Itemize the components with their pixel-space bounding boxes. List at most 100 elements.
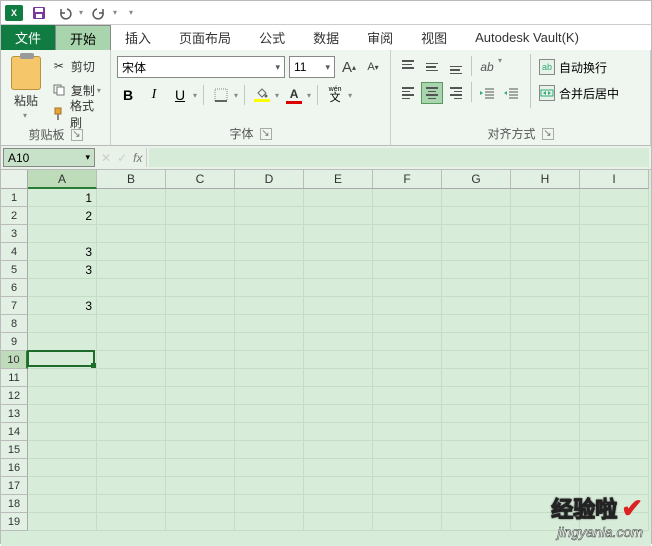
font-name-combo[interactable]: 宋体 ▾ (117, 56, 285, 78)
clipboard-launcher-icon[interactable]: ↘ (71, 129, 83, 141)
cell[interactable] (373, 333, 442, 351)
orientation-dropdown-icon[interactable]: ▾ (498, 56, 502, 78)
redo-button[interactable] (89, 3, 109, 23)
row-header[interactable]: 5 (1, 261, 28, 279)
cell[interactable] (580, 279, 649, 297)
cell[interactable] (373, 387, 442, 405)
row-header[interactable]: 8 (1, 315, 28, 333)
cell[interactable] (97, 315, 166, 333)
row-header[interactable]: 4 (1, 243, 28, 261)
cell[interactable] (166, 315, 235, 333)
cell[interactable] (28, 459, 97, 477)
cell[interactable] (373, 243, 442, 261)
cell[interactable]: 3 (28, 261, 97, 279)
column-header[interactable]: G (442, 170, 511, 189)
save-button[interactable] (29, 3, 49, 23)
cell[interactable] (511, 243, 580, 261)
cell[interactable] (235, 423, 304, 441)
undo-button[interactable] (55, 3, 75, 23)
row-header[interactable]: 14 (1, 423, 28, 441)
cell[interactable] (28, 333, 97, 351)
cell[interactable] (580, 189, 649, 207)
cell[interactable] (97, 207, 166, 225)
cell[interactable] (580, 297, 649, 315)
cell[interactable]: 1 (28, 189, 97, 207)
cell[interactable] (304, 495, 373, 513)
select-all-corner[interactable] (1, 170, 28, 189)
cell[interactable] (97, 297, 166, 315)
row-header[interactable]: 6 (1, 279, 28, 297)
cell[interactable] (97, 261, 166, 279)
cell[interactable] (97, 513, 166, 531)
cell[interactable] (166, 387, 235, 405)
cell[interactable] (28, 477, 97, 495)
cell[interactable] (28, 279, 97, 297)
wrap-text-button[interactable]: ab 自动换行 (539, 56, 619, 78)
align-bottom-button[interactable] (445, 56, 467, 78)
cell[interactable] (97, 387, 166, 405)
cell[interactable] (373, 297, 442, 315)
cell[interactable] (28, 387, 97, 405)
orientation-button[interactable]: ab (476, 56, 498, 78)
cell[interactable] (166, 459, 235, 477)
cell[interactable] (511, 207, 580, 225)
row-header[interactable]: 3 (1, 225, 28, 243)
fill-dropdown-icon[interactable]: ▾ (275, 91, 279, 100)
cell[interactable] (373, 279, 442, 297)
cell[interactable] (304, 441, 373, 459)
cell[interactable] (511, 477, 580, 495)
cell[interactable] (235, 477, 304, 495)
cell[interactable] (304, 387, 373, 405)
cell[interactable] (304, 333, 373, 351)
tab-home[interactable]: 开始 (55, 25, 111, 50)
cell[interactable] (304, 225, 373, 243)
tab-file[interactable]: 文件 (1, 25, 55, 50)
tab-view[interactable]: 视图 (407, 25, 461, 50)
cell[interactable] (511, 333, 580, 351)
cell[interactable] (511, 387, 580, 405)
align-right-button[interactable] (445, 82, 467, 104)
underline-button[interactable]: U (169, 84, 191, 106)
cell[interactable] (442, 297, 511, 315)
merge-center-button[interactable]: 合并后居中 (539, 82, 619, 104)
cell[interactable] (442, 207, 511, 225)
column-header[interactable]: H (511, 170, 580, 189)
cell[interactable] (442, 441, 511, 459)
cell[interactable] (28, 423, 97, 441)
cell[interactable] (442, 279, 511, 297)
align-middle-button[interactable] (421, 56, 443, 78)
cell[interactable] (304, 279, 373, 297)
tab-page-layout[interactable]: 页面布局 (165, 25, 245, 50)
cell[interactable] (97, 477, 166, 495)
cell[interactable] (442, 369, 511, 387)
cell[interactable] (97, 189, 166, 207)
column-header[interactable]: A (28, 170, 97, 189)
tab-autodesk-vault[interactable]: Autodesk Vault(K) (461, 25, 593, 50)
undo-dropdown-icon[interactable]: ▾ (79, 8, 83, 17)
cell[interactable] (580, 495, 649, 513)
cell[interactable] (304, 459, 373, 477)
underline-dropdown-icon[interactable]: ▾ (193, 91, 197, 100)
cell[interactable] (373, 441, 442, 459)
worksheet-grid[interactable]: ABCDEFGHI 12345678910111213141516171819 … (1, 170, 651, 546)
cell[interactable] (511, 423, 580, 441)
fx-button[interactable]: fx (133, 151, 142, 165)
cell[interactable] (511, 495, 580, 513)
cell[interactable] (511, 261, 580, 279)
cell[interactable] (97, 441, 166, 459)
column-header[interactable]: B (97, 170, 166, 189)
phonetic-dropdown-icon[interactable]: ▾ (348, 91, 352, 100)
row-header[interactable]: 9 (1, 333, 28, 351)
format-painter-button[interactable]: 格式刷 (51, 104, 104, 124)
cell[interactable] (580, 477, 649, 495)
cell[interactable] (166, 297, 235, 315)
cell[interactable] (28, 315, 97, 333)
cell[interactable] (511, 351, 580, 369)
row-header[interactable]: 10 (1, 351, 28, 369)
align-center-button[interactable] (421, 82, 443, 104)
bold-button[interactable]: B (117, 84, 139, 106)
cell[interactable] (28, 405, 97, 423)
cell[interactable] (442, 477, 511, 495)
accept-formula-icon[interactable]: ✓ (117, 151, 127, 165)
cell[interactable] (304, 405, 373, 423)
